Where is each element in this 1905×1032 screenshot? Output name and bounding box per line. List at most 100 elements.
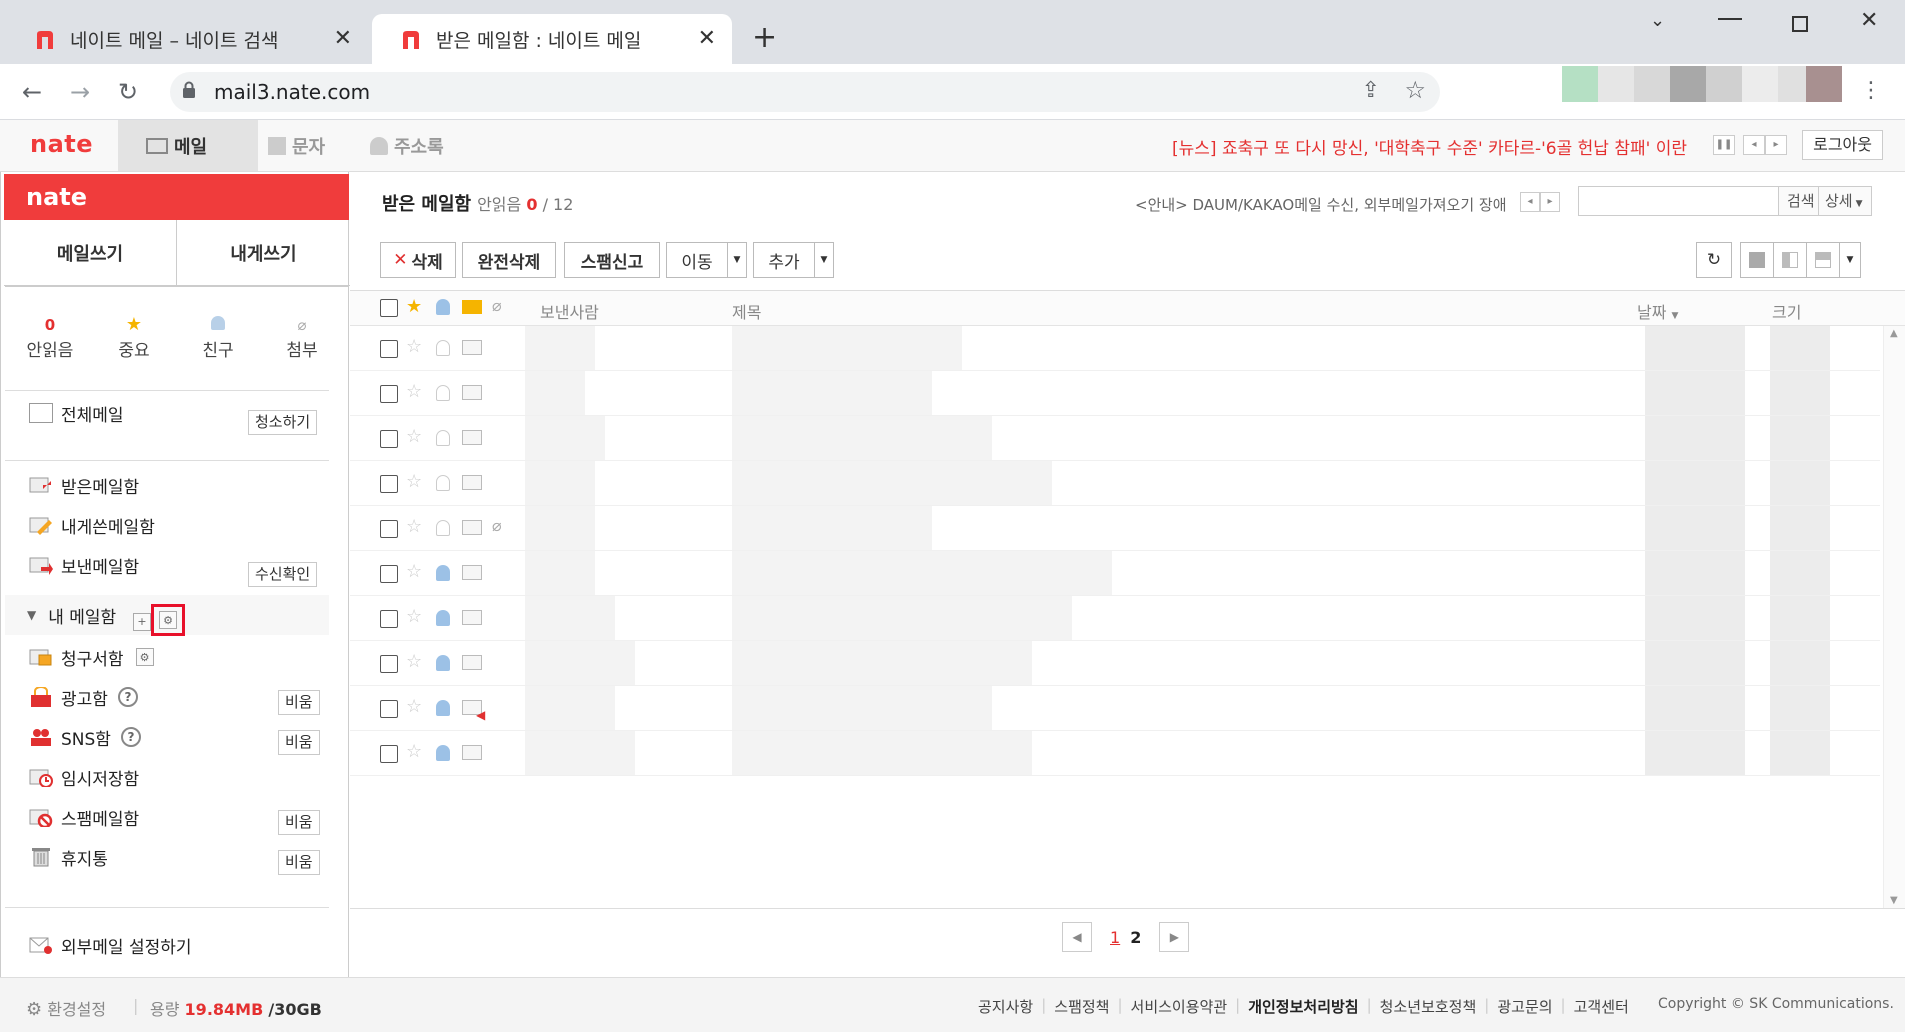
logout-button[interactable]: 로그아웃: [1802, 130, 1883, 160]
compose-button[interactable]: 메일쓰기: [4, 220, 177, 286]
folder-ads[interactable]: 광고함 ?: [29, 682, 138, 712]
person-icon[interactable]: [436, 565, 450, 581]
permanent-delete-button[interactable]: 완전삭제: [462, 242, 556, 278]
person-icon[interactable]: [436, 385, 450, 401]
add-button[interactable]: 추가: [753, 242, 815, 278]
news-ticker[interactable]: [뉴스] 죠축구 또 다시 망신, '대학축구 수준' 카타르-'6골 헌납 참…: [1172, 134, 1687, 159]
delete-button[interactable]: ✕ 삭제: [380, 242, 456, 278]
refresh-icon[interactable]: ↻: [1696, 242, 1732, 278]
close-tab-icon[interactable]: ✕: [698, 26, 716, 51]
close-tab-icon[interactable]: ✕: [334, 26, 352, 51]
quick-friends[interactable]: 친구: [183, 314, 253, 361]
person-icon[interactable]: [436, 430, 450, 446]
footer-link[interactable]: 고객센터: [1574, 996, 1629, 1017]
select-all-checkbox[interactable]: [380, 299, 398, 317]
paperclip-icon[interactable]: ⌀: [492, 296, 502, 315]
mail-row[interactable]: ☆: [350, 371, 1880, 416]
notice-link[interactable]: <안내> DAUM/KAKAO메일 수신, 외부메일가져오기 장애: [1135, 194, 1507, 215]
page-1-link[interactable]: 1: [1110, 928, 1120, 947]
browser-menu-icon[interactable]: ⋮: [1860, 78, 1882, 103]
row-checkbox[interactable]: [380, 565, 398, 583]
add-folder-icon[interactable]: +: [133, 610, 151, 631]
window-close-icon[interactable]: ✕: [1860, 8, 1878, 33]
star-icon[interactable]: ☆: [406, 471, 422, 492]
view-list-icon[interactable]: [1740, 242, 1774, 278]
star-icon[interactable]: ☆: [406, 426, 422, 447]
star-icon[interactable]: ☆: [406, 741, 422, 762]
star-icon[interactable]: ☆: [406, 381, 422, 402]
browser-tab-inbox[interactable]: 받은 메일함 : 네이트 메일 ✕: [372, 14, 732, 64]
empty-ads-button[interactable]: 비움: [278, 690, 320, 715]
detail-search-button[interactable]: 상세 ▼: [1818, 186, 1872, 216]
column-size[interactable]: 크기: [1772, 299, 1801, 323]
reload-icon[interactable]: ↻: [118, 78, 138, 106]
maximize-icon[interactable]: [1792, 16, 1808, 32]
page-2-link[interactable]: 2: [1130, 928, 1141, 947]
help-icon[interactable]: ?: [117, 687, 138, 707]
read-receipt-button[interactable]: 수신확인: [248, 562, 318, 587]
person-icon[interactable]: [436, 340, 450, 356]
folder-inbox[interactable]: 받은메일함: [29, 470, 139, 500]
quick-important[interactable]: ★ 중요: [99, 314, 169, 361]
nate-logo[interactable]: nate: [30, 130, 93, 158]
gear-icon[interactable]: ⚙: [135, 648, 154, 666]
search-button[interactable]: 검색: [1778, 186, 1824, 216]
mail-row[interactable]: ☆: [350, 596, 1880, 641]
row-checkbox[interactable]: [380, 700, 398, 718]
star-icon[interactable]: ☆: [406, 606, 422, 627]
empty-spam-button[interactable]: 비움: [278, 810, 320, 835]
row-checkbox[interactable]: [380, 610, 398, 628]
gnb-tab-sms[interactable]: 문자: [262, 120, 362, 171]
envelope-icon[interactable]: [462, 300, 482, 314]
move-dropdown-icon[interactable]: ▼: [727, 242, 747, 278]
folder-sent[interactable]: 보낸메일함: [29, 550, 139, 580]
bookmark-star-icon[interactable]: ☆: [1404, 76, 1426, 104]
row-checkbox[interactable]: [380, 475, 398, 493]
empty-trash-button[interactable]: 비움: [278, 850, 320, 875]
mail-row[interactable]: ☆ ◀: [350, 686, 1880, 731]
person-icon[interactable]: [436, 700, 450, 716]
clean-button[interactable]: 청소하기: [248, 410, 318, 435]
notice-next-icon[interactable]: ▸: [1540, 192, 1560, 212]
forward-arrow-icon[interactable]: →: [70, 78, 90, 106]
ticker-next-icon[interactable]: ▸: [1765, 135, 1787, 155]
add-dropdown-icon[interactable]: ▼: [814, 242, 834, 278]
share-icon[interactable]: ⇪: [1362, 78, 1380, 103]
row-checkbox[interactable]: [380, 655, 398, 673]
row-checkbox[interactable]: [380, 745, 398, 763]
notice-prev-icon[interactable]: ◂: [1520, 192, 1540, 212]
scroll-down-icon[interactable]: ▼: [1890, 895, 1898, 906]
browser-tab-nate-search[interactable]: 네이트 메일 – 네이트 검색 ✕: [6, 14, 368, 64]
external-mail-settings[interactable]: 외부메일 설정하기: [29, 930, 192, 960]
row-checkbox[interactable]: [380, 340, 398, 358]
move-button[interactable]: 이동: [666, 242, 728, 278]
column-subject[interactable]: 제목: [732, 299, 761, 323]
folder-bills[interactable]: 청구서함 ⚙: [29, 642, 154, 672]
row-checkbox[interactable]: [380, 520, 398, 538]
column-sender[interactable]: 보낸사람: [540, 299, 599, 323]
help-icon[interactable]: ?: [120, 727, 141, 747]
person-icon[interactable]: [436, 475, 450, 491]
tab-search-chevron-icon[interactable]: ⌄: [1650, 10, 1665, 31]
quick-unread[interactable]: 0 안읽음: [15, 314, 85, 361]
new-tab-plus-icon[interactable]: +: [752, 20, 777, 55]
sidebar-nate-logo[interactable]: nate: [4, 174, 349, 220]
row-checkbox[interactable]: [380, 430, 398, 448]
mail-row[interactable]: ☆: [350, 326, 1880, 371]
row-checkbox[interactable]: [380, 385, 398, 403]
scroll-up-icon[interactable]: ▲: [1890, 328, 1898, 339]
folder-drafts[interactable]: 임시저장함: [29, 762, 139, 792]
gnb-tab-mail[interactable]: 메일: [118, 120, 258, 171]
person-icon[interactable]: [436, 299, 450, 315]
person-icon[interactable]: [436, 610, 450, 626]
folder-sns[interactable]: SNS함 ?: [29, 722, 141, 752]
footer-link[interactable]: 개인정보처리방침: [1248, 996, 1358, 1017]
next-page-icon[interactable]: ▶: [1159, 922, 1190, 952]
mail-row[interactable]: ☆: [350, 416, 1880, 461]
footer-link[interactable]: 공지사항: [978, 996, 1033, 1017]
folder-all-mail[interactable]: 전체메일: [29, 398, 124, 428]
star-icon[interactable]: ☆: [406, 696, 422, 717]
star-icon[interactable]: ☆: [406, 651, 422, 672]
person-icon[interactable]: [436, 745, 450, 761]
empty-sns-button[interactable]: 비움: [278, 730, 320, 755]
